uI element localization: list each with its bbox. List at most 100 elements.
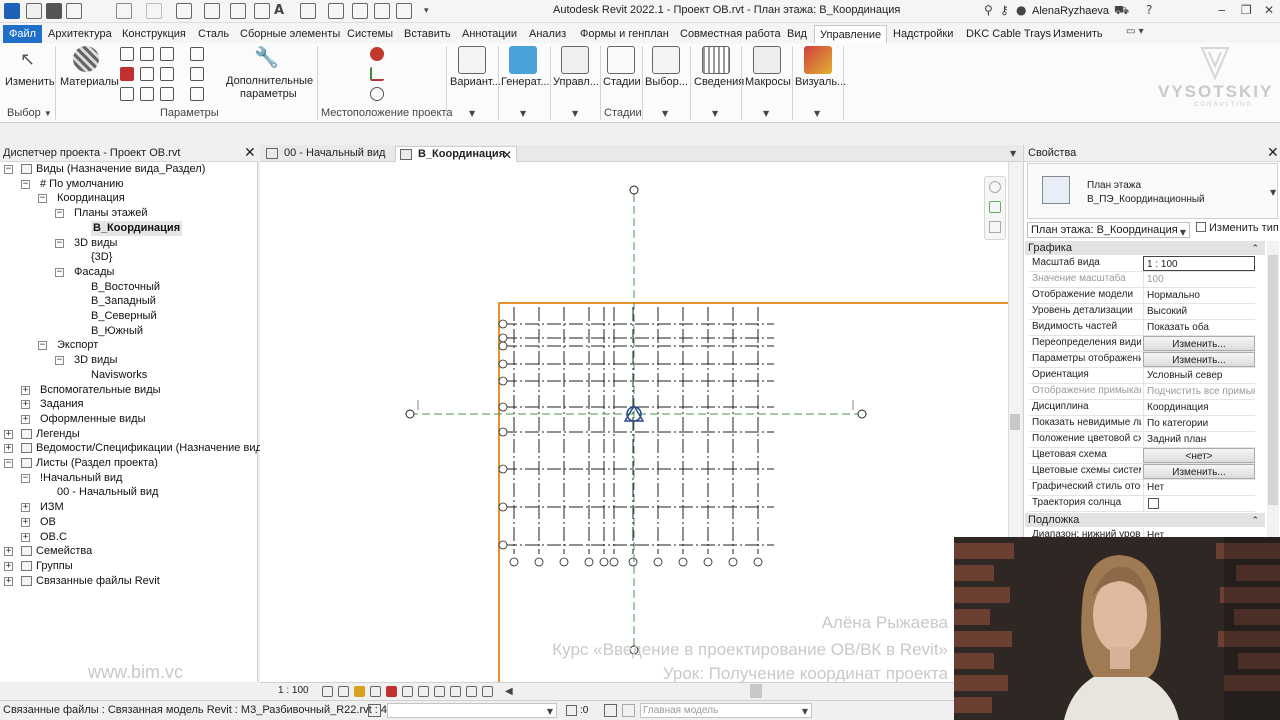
active-model-icon[interactable] <box>622 704 635 717</box>
tree-toggle-icon[interactable]: + <box>4 547 13 557</box>
dimension-icon[interactable] <box>230 3 246 19</box>
scroll-thumb[interactable] <box>1268 255 1278 505</box>
property-value[interactable]: Показать оба <box>1143 320 1255 335</box>
customize-qat-icon[interactable]: ▾ <box>424 6 429 16</box>
property-row[interactable]: Видимость частей Показать оба <box>1029 320 1255 336</box>
tree-item[interactable]: Семейства <box>36 544 92 559</box>
open-icon[interactable] <box>26 3 42 19</box>
project-info-icon[interactable] <box>140 47 154 61</box>
scroll-thumb[interactable] <box>1010 414 1020 430</box>
zoom-icon[interactable] <box>989 221 1001 233</box>
group-underlay[interactable]: Подложка ⌃ <box>1025 513 1265 527</box>
purge-icon[interactable] <box>160 87 174 101</box>
tab-modify[interactable]: Изменить <box>1048 25 1108 43</box>
tree-item[interactable]: Листы (Раздел проекта) <box>36 456 158 471</box>
drawing-canvas[interactable]: Алёна Рыжаева Курс «Введение в проектиро… <box>260 162 1008 683</box>
chevron-left-icon[interactable]: ◀ <box>505 686 513 697</box>
tab-insert[interactable]: Вставить <box>399 25 456 43</box>
edit-button[interactable]: Изменить... <box>1143 336 1255 351</box>
worksets-icon[interactable] <box>368 704 381 717</box>
macros-button[interactable]: Макросы ▼ <box>742 43 792 119</box>
steering-wheel-icon[interactable] <box>989 201 1001 213</box>
minimize-icon[interactable]: ‒ <box>1218 3 1226 17</box>
tab-addins[interactable]: Надстройки <box>888 25 958 43</box>
property-value[interactable]: По категории <box>1143 416 1255 431</box>
property-row[interactable]: Дисциплина Координация <box>1029 400 1255 416</box>
tab-structure[interactable]: Конструкция <box>117 25 191 43</box>
property-value[interactable]: 1 : 100 <box>1143 256 1255 271</box>
property-row[interactable]: Уровень детализации Высокий <box>1029 304 1255 320</box>
position-icon[interactable] <box>370 87 384 101</box>
tree-item[interactable]: В_Южный <box>91 324 143 339</box>
design-options-button[interactable]: Вариант... ▼ <box>448 43 501 119</box>
tree-toggle-icon[interactable]: − <box>4 459 13 468</box>
property-row[interactable]: Траектория солнца <box>1029 496 1255 512</box>
property-row[interactable]: Цветовая схема <нет> <box>1029 448 1255 464</box>
property-value[interactable]: Нормально <box>1143 288 1255 303</box>
property-row[interactable]: Переопределения видимости/графикиИзменит… <box>1029 336 1255 352</box>
tree-toggle-icon[interactable]: + <box>21 532 30 542</box>
property-row[interactable]: Масштаб вида 1 : 100 <box>1029 256 1255 272</box>
property-row[interactable]: Отображение модели Нормально <box>1029 288 1255 304</box>
ribbon-toggle-icon[interactable]: ▭ ▾ <box>1126 26 1144 37</box>
manage-links-button[interactable]: Управл... ▼ <box>551 43 601 119</box>
edit-button[interactable]: Изменить... <box>1143 464 1255 479</box>
tree-item[interactable]: ИЗМ <box>40 500 64 515</box>
panel-location[interactable]: Местоположение проекта <box>321 107 452 119</box>
tree-item[interactable]: OB <box>40 515 56 530</box>
property-row[interactable]: Отображение примыканий стенПодчистить вс… <box>1029 384 1255 400</box>
tree-item[interactable]: Экспорт <box>57 338 98 353</box>
editable-icon[interactable] <box>566 705 577 716</box>
visual-style-icon[interactable] <box>338 686 349 697</box>
tree-item[interactable]: В_Восточный <box>91 280 160 295</box>
tab-systems[interactable]: Системы <box>342 25 398 43</box>
inquiry-button[interactable]: Сведения ▼ <box>691 43 744 119</box>
property-row[interactable]: Значение масштаба 100 <box>1029 272 1255 288</box>
shadows-icon[interactable] <box>370 686 381 697</box>
property-value[interactable]: Задний план <box>1143 432 1255 447</box>
tree-item[interactable]: !Начальный вид <box>40 471 122 486</box>
tree-item[interactable]: Ведомости/Спецификации (Назначение вида) <box>36 441 272 456</box>
property-value[interactable]: Координация <box>1143 400 1255 415</box>
group-graphics[interactable]: Графика ⌃ <box>1025 241 1265 255</box>
property-value[interactable]: Высокий <box>1143 304 1255 319</box>
tree-item[interactable]: Связанные файлы Revit <box>36 574 160 589</box>
tree-toggle-icon[interactable]: + <box>21 414 30 424</box>
tree-item[interactable]: Виды (Назначение вида_Раздел) <box>36 162 205 177</box>
switch-windows-icon[interactable] <box>396 3 412 19</box>
tree-item[interactable]: 00 - Начальный вид <box>57 485 158 500</box>
tree-toggle-icon[interactable]: − <box>55 209 64 219</box>
snaps-icon[interactable] <box>120 67 134 81</box>
tree-toggle-icon[interactable]: − <box>21 179 30 189</box>
tree-toggle-icon[interactable]: − <box>38 194 47 204</box>
tag-icon[interactable] <box>254 3 270 19</box>
tree-toggle-icon[interactable]: + <box>4 444 13 454</box>
text-icon[interactable]: A <box>274 3 284 18</box>
tree-item[interactable]: Navisworks <box>91 368 147 383</box>
tree-toggle-icon[interactable]: + <box>21 385 30 395</box>
property-row[interactable]: Ориентация Условный север <box>1029 368 1255 384</box>
property-value[interactable]: Условный север <box>1143 368 1255 383</box>
materials-button[interactable]: Материалы <box>58 43 119 103</box>
tab-dkc-cable-trays[interactable]: DKC Cable Trays <box>961 25 1056 43</box>
property-row[interactable]: Положение цветовой схемыЗадний план <box>1029 432 1255 448</box>
tree-item[interactable]: Координация <box>57 191 125 206</box>
object-styles-icon[interactable] <box>120 47 134 61</box>
undo-icon[interactable] <box>116 3 132 19</box>
user-icon[interactable]: ● <box>1016 3 1026 17</box>
sync-icon[interactable] <box>66 3 82 19</box>
tree-item[interactable]: Оформленные виды <box>40 412 145 427</box>
tree-toggle-icon[interactable]: − <box>38 341 47 351</box>
view-scale[interactable]: 1 : 100 <box>278 685 309 696</box>
close-icon[interactable]: ✕ <box>502 148 512 162</box>
tab-annotate[interactable]: Аннотации <box>457 25 522 43</box>
tree-toggle-icon[interactable]: + <box>4 561 13 571</box>
3d-view-icon[interactable] <box>300 3 316 19</box>
view-tabs-menu-icon[interactable]: ▼ <box>1010 149 1016 158</box>
property-row[interactable]: Параметры отображения графикиИзменить... <box>1029 352 1255 368</box>
tree-item[interactable]: 3D виды <box>74 353 117 368</box>
global-params-icon[interactable] <box>160 47 174 61</box>
tree-toggle-icon[interactable]: − <box>55 356 64 366</box>
tree-toggle-icon[interactable]: + <box>4 429 13 439</box>
selection-button[interactable]: Выбор... ▼ <box>643 43 689 119</box>
